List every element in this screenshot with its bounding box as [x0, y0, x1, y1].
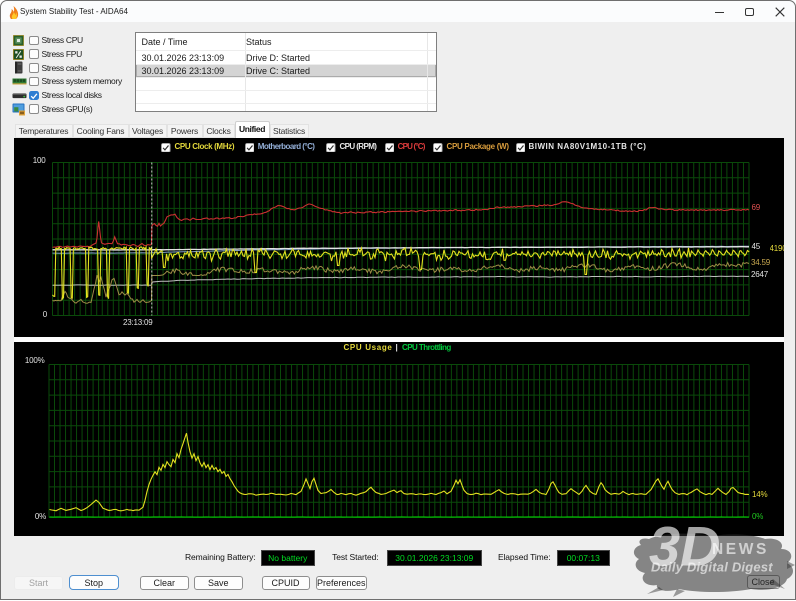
svg-text:NEWS: NEWS [712, 541, 769, 558]
svg-text:Daily Digital Digest: Daily Digital Digest [651, 560, 773, 575]
